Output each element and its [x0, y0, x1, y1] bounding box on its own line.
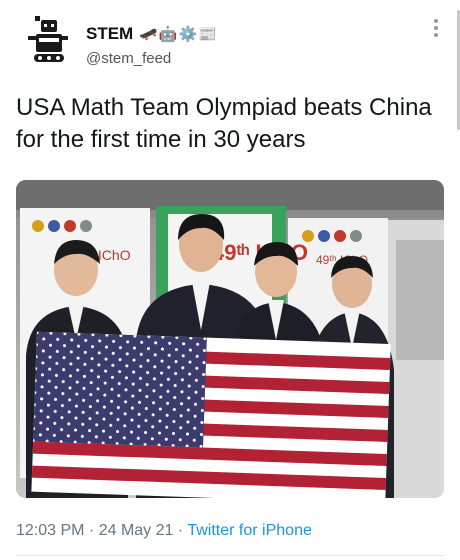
- tweet-text: USA Math Team Olympiad beats China for t…: [16, 94, 432, 153]
- tweet-source[interactable]: Twitter for iPhone: [187, 522, 312, 539]
- tweet-meta: 12:03 PM · 24 May 21 · Twitter for iPhon…: [16, 522, 312, 540]
- author-name-row[interactable]: STEM 🛹🤖⚙️📰: [86, 24, 218, 44]
- tweet-time[interactable]: 12:03 PM: [16, 522, 84, 539]
- robot-avatar-icon[interactable]: [22, 14, 70, 66]
- more-options-icon[interactable]: [430, 16, 442, 40]
- tweet-date[interactable]: 24 May 21: [99, 522, 174, 539]
- meta-separator-2: ·: [173, 522, 188, 539]
- divider: [16, 555, 444, 556]
- meta-separator-1: ·: [84, 522, 99, 539]
- author-handle[interactable]: @stem_feed: [86, 50, 171, 67]
- us-flag: [31, 331, 391, 498]
- tweet-header: STEM 🛹🤖⚙️📰 @stem_feed: [22, 14, 442, 74]
- author-name[interactable]: STEM: [86, 24, 133, 44]
- tweet-photo[interactable]: 40ᵗʰ IChO 49ᵗʰ IChO 49ᵗʰ IChO: [16, 180, 444, 498]
- author-emoji: 🛹🤖⚙️📰: [139, 25, 218, 43]
- team-photo-illustration: 40ᵗʰ IChO 49ᵗʰ IChO 49ᵗʰ IChO: [16, 180, 444, 498]
